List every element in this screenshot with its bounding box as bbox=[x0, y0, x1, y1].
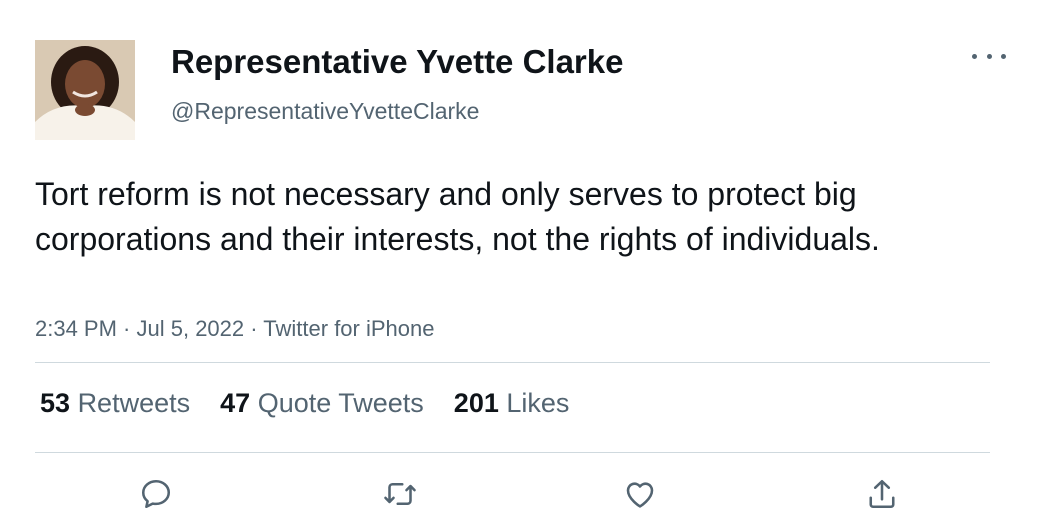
quote-tweets-label: Quote Tweets bbox=[257, 388, 424, 418]
retweet-icon bbox=[384, 482, 416, 506]
reply-icon bbox=[141, 479, 171, 509]
heart-icon bbox=[626, 482, 654, 508]
author-display-name[interactable]: Representative Yvette Clarke bbox=[171, 43, 623, 81]
stat-likes[interactable]: 201 Likes bbox=[454, 388, 570, 419]
tweet-meta: 2:34 PM · Jul 5, 2022 · Twitter for iPho… bbox=[35, 316, 434, 342]
likes-count: 201 bbox=[453, 388, 499, 418]
tweet-source[interactable]: Twitter for iPhone bbox=[263, 316, 434, 341]
share-button[interactable] bbox=[862, 474, 902, 514]
quote-tweets-count: 47 bbox=[220, 388, 251, 418]
more-dot bbox=[972, 53, 977, 59]
more-dot bbox=[986, 53, 992, 59]
divider bbox=[35, 452, 990, 453]
author-handle[interactable]: @RepresentativeYvetteClarke bbox=[171, 98, 479, 125]
tweet-date[interactable]: Jul 5, 2022 bbox=[137, 316, 245, 341]
more-dot bbox=[1001, 53, 1006, 59]
meta-separator: · bbox=[116, 316, 137, 341]
retweets-label: Retweets bbox=[77, 388, 191, 418]
like-button[interactable] bbox=[620, 474, 660, 514]
tweet-stats: 53 Retweets 47 Quote Tweets 201 Likes bbox=[40, 388, 569, 419]
retweet-button[interactable] bbox=[380, 474, 420, 514]
meta-separator: · bbox=[244, 316, 264, 341]
tweet-time[interactable]: 2:34 PM bbox=[35, 316, 117, 341]
reply-button[interactable] bbox=[136, 474, 176, 514]
stat-quote-tweets[interactable]: 47 Quote Tweets bbox=[220, 388, 424, 419]
more-horizontal-icon[interactable] bbox=[972, 44, 1006, 68]
tweet-text: Tort reform is not necessary and only se… bbox=[35, 176, 880, 257]
divider bbox=[35, 362, 990, 363]
retweets-count: 53 bbox=[40, 388, 71, 418]
likes-label: Likes bbox=[506, 388, 570, 418]
avatar[interactable] bbox=[35, 40, 135, 140]
share-icon bbox=[869, 479, 895, 509]
stat-retweets[interactable]: 53 Retweets bbox=[40, 388, 190, 419]
